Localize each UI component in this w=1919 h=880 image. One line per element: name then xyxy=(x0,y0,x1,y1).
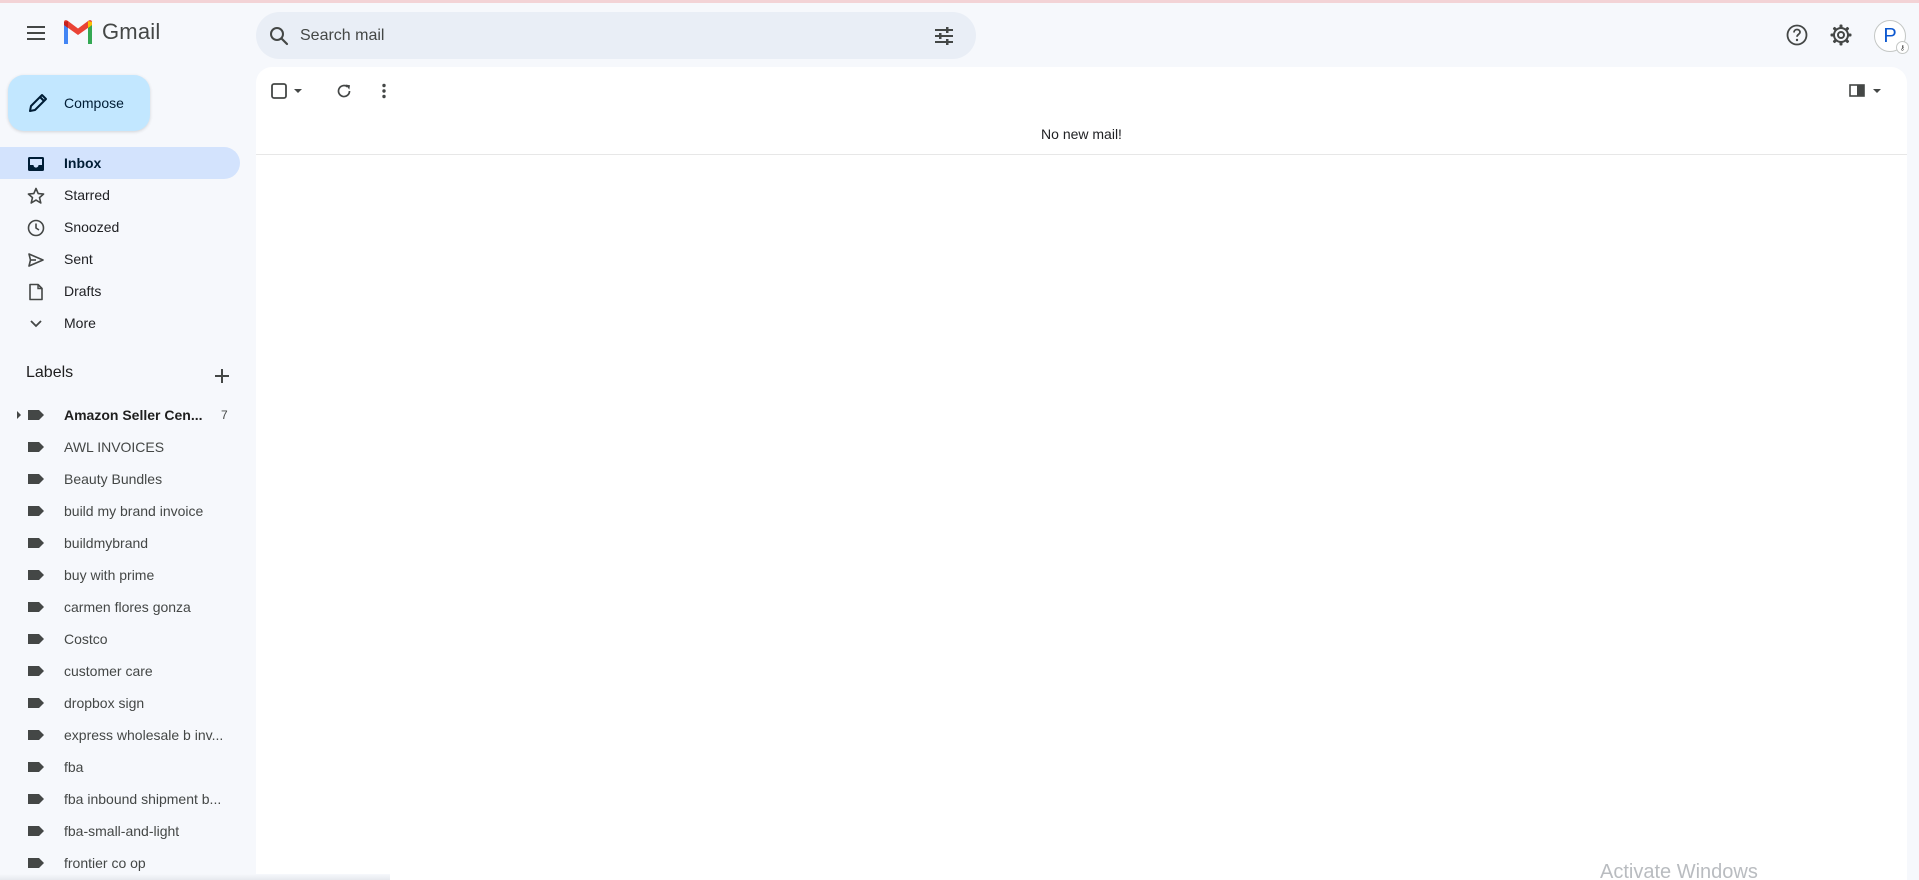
label-item[interactable]: Costco xyxy=(0,623,240,655)
sidebar-item-snoozed[interactable]: Snoozed xyxy=(0,211,240,243)
sidebar-item-inbox[interactable]: Inbox xyxy=(0,147,240,179)
inbox-icon xyxy=(26,154,46,174)
hamburger-menu-icon xyxy=(27,26,45,40)
sidebar-item-sent[interactable]: Sent xyxy=(0,243,240,275)
label-name: build my brand invoice xyxy=(64,503,204,519)
search-options-icon[interactable] xyxy=(932,24,956,48)
sidebar-scroll-shadow xyxy=(0,874,390,880)
label-tag-icon xyxy=(28,826,44,836)
expand-caret-icon[interactable] xyxy=(15,410,23,420)
label-name: frontier co op xyxy=(64,855,146,871)
label-tag-icon xyxy=(28,474,44,484)
label-name: buy with prime xyxy=(64,567,155,583)
label-name: AWL INVOICES xyxy=(64,439,165,455)
label-name: customer care xyxy=(64,663,153,679)
main-menu-button[interactable] xyxy=(16,13,56,53)
label-tag-icon xyxy=(28,538,44,548)
label-tag-icon xyxy=(28,634,44,644)
compose-button[interactable]: Compose xyxy=(8,75,150,131)
sidebar-item-label: Drafts xyxy=(64,283,102,299)
label-tag-icon xyxy=(28,602,44,612)
label-item[interactable]: carmen flores gonza xyxy=(0,591,240,623)
refresh-icon[interactable] xyxy=(332,79,356,103)
settings-gear-icon[interactable] xyxy=(1825,19,1857,51)
empty-inbox-message: No new mail! xyxy=(1041,126,1122,142)
label-item[interactable]: buy with prime xyxy=(0,559,240,591)
sidebar-item-label: Sent xyxy=(64,251,93,267)
draft-icon xyxy=(26,282,46,302)
sidebar-item-drafts[interactable]: Drafts xyxy=(0,275,240,307)
labels-list: Amazon Seller Cen... 7 AWL INVOICES Beauty … xyxy=(0,399,240,879)
more-options-icon[interactable] xyxy=(372,79,396,103)
help-icon[interactable] xyxy=(1781,19,1813,51)
label-name: Costco xyxy=(64,631,108,647)
label-item[interactable]: Beauty Bundles xyxy=(0,463,240,495)
label-name: fba-small-and-light xyxy=(64,823,180,839)
sidebar-item-starred[interactable]: Starred xyxy=(0,179,240,211)
label-item[interactable]: fba-small-and-light xyxy=(0,815,240,847)
create-label-plus-icon[interactable] xyxy=(210,364,234,388)
label-item[interactable]: dropbox sign xyxy=(0,687,240,719)
label-unread-count: 7 xyxy=(221,408,228,422)
label-name: Beauty Bundles xyxy=(64,471,163,487)
sidebar-nav: Inbox Starred Snoozed Sent Drafts More xyxy=(0,147,240,339)
label-tag-icon xyxy=(28,506,44,516)
label-item[interactable]: fba xyxy=(0,751,240,783)
label-tag-icon xyxy=(28,698,44,708)
label-item[interactable]: customer care xyxy=(0,655,240,687)
managed-account-badge-icon: ⚷ xyxy=(1896,41,1909,54)
label-tag-icon xyxy=(28,410,44,420)
sidebar-item-label: Snoozed xyxy=(64,219,120,235)
label-tag-icon xyxy=(28,858,44,868)
label-item[interactable]: fba inbound shipment b... xyxy=(0,783,240,815)
label-name: fba inbound shipment b... xyxy=(64,791,222,807)
label-item[interactable]: build my brand invoice xyxy=(0,495,240,527)
label-tag-icon xyxy=(28,442,44,452)
label-tag-icon xyxy=(28,666,44,676)
sidebar-item-label: More xyxy=(64,315,96,331)
label-item[interactable]: buildmybrand xyxy=(0,527,240,559)
label-name: carmen flores gonza xyxy=(64,599,191,615)
star-icon xyxy=(26,186,46,206)
split-pane-icon xyxy=(1849,84,1881,97)
divider xyxy=(256,154,1907,155)
select-all-checkbox[interactable] xyxy=(270,79,304,103)
labels-heading: Labels xyxy=(26,364,74,381)
search-input[interactable] xyxy=(300,12,860,59)
label-item[interactable]: AWL INVOICES xyxy=(0,431,240,463)
compose-label: Compose xyxy=(64,95,124,111)
clock-icon xyxy=(26,218,46,238)
send-icon xyxy=(26,250,46,270)
pencil-icon xyxy=(29,94,47,112)
label-tag-icon xyxy=(28,762,44,772)
search-bar[interactable] xyxy=(256,12,976,59)
app-name: Gmail xyxy=(102,19,161,44)
gmail-logo[interactable]: Gmail xyxy=(62,19,160,45)
label-name: Amazon Seller Cen... xyxy=(64,407,203,423)
chevron-down-icon xyxy=(26,314,46,334)
label-item[interactable]: express wholesale b inv... xyxy=(0,719,240,751)
label-tag-icon xyxy=(28,794,44,804)
label-name: dropbox sign xyxy=(64,695,145,711)
sidebar-item-label: Inbox xyxy=(64,155,102,171)
header: Gmail Search mail P ⚷ xyxy=(0,3,1919,67)
split-pane-toggle[interactable] xyxy=(1846,79,1886,103)
windows-activation-watermark: Activate Windows xyxy=(1600,861,1758,880)
label-name: express wholesale b inv... xyxy=(64,727,224,743)
label-tag-icon xyxy=(28,570,44,580)
gmail-m-icon xyxy=(64,20,92,44)
label-name: buildmybrand xyxy=(64,535,149,551)
label-tag-icon xyxy=(28,730,44,740)
label-item[interactable]: Amazon Seller Cen... 7 xyxy=(0,399,240,431)
sidebar-item-label: Starred xyxy=(64,187,110,203)
search-icon[interactable] xyxy=(266,23,292,49)
label-name: fba xyxy=(64,759,84,775)
sidebar-item-more[interactable]: More xyxy=(0,307,240,339)
main-panel: No new mail! xyxy=(256,67,1907,880)
checkbox-dropdown-icon xyxy=(271,83,302,99)
